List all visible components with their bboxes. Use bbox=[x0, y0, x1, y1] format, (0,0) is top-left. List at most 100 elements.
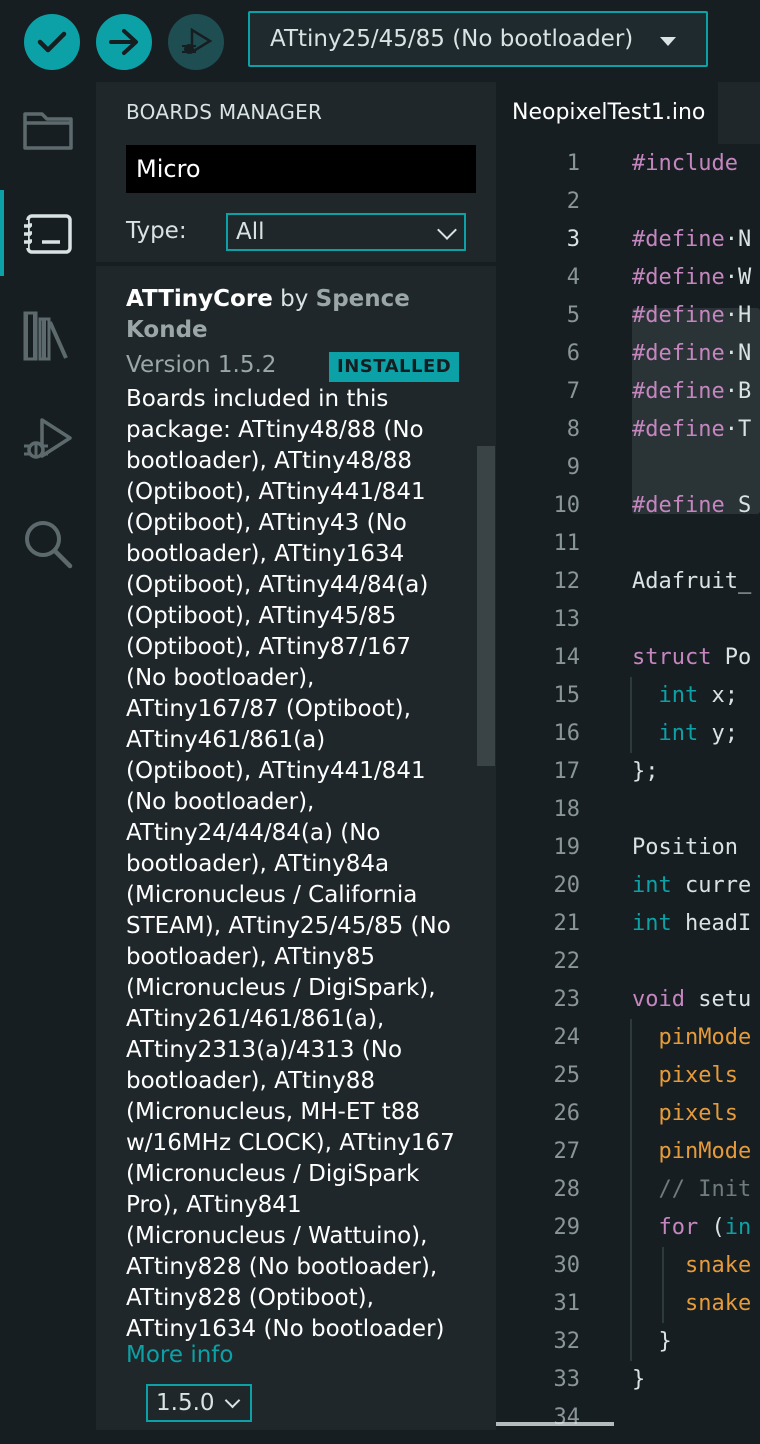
line-number: 17 bbox=[553, 759, 581, 784]
line-number: 10 bbox=[553, 493, 581, 518]
code-line[interactable]: 11 bbox=[496, 525, 760, 563]
debug-button[interactable] bbox=[168, 14, 224, 70]
line-number: 34 bbox=[553, 1405, 581, 1430]
code-line[interactable]: 19 Position bbox=[496, 829, 760, 867]
code-line[interactable]: 2 bbox=[496, 183, 760, 221]
line-number: 21 bbox=[553, 911, 581, 936]
code-text: Adafruit_ bbox=[632, 569, 752, 594]
code-text: } bbox=[632, 1367, 646, 1392]
code-text: struct Po bbox=[632, 645, 752, 670]
package-description: Boards included in this package: ATtiny4… bbox=[126, 386, 455, 1342]
code-line[interactable]: 7 #define·B bbox=[496, 373, 760, 411]
code-line[interactable]: 22 bbox=[496, 943, 760, 981]
toolbar: ATtiny25/45/85 (No bootloader) bbox=[0, 0, 760, 82]
panel-scrollbar[interactable] bbox=[477, 446, 495, 766]
code-line[interactable]: 17}; bbox=[496, 753, 760, 791]
line-number: 11 bbox=[553, 531, 581, 556]
line-number: 4 bbox=[566, 265, 580, 290]
code-line[interactable]: 26 pixels bbox=[496, 1095, 760, 1133]
line-number: 33 bbox=[553, 1367, 581, 1392]
type-filter-value: All bbox=[236, 219, 265, 245]
more-info-link[interactable]: More info bbox=[126, 1342, 233, 1368]
line-number: 1 bbox=[566, 151, 580, 176]
version-select[interactable]: 1.5.0 bbox=[146, 1384, 252, 1422]
code-text: snake bbox=[684, 1253, 752, 1278]
tab-neopixeltest1[interactable]: NeopixelTest1.ino bbox=[496, 82, 718, 144]
code-line[interactable]: 34 bbox=[496, 1399, 760, 1437]
code-line[interactable]: 13 bbox=[496, 601, 760, 639]
code-line[interactable]: 29 for (in bbox=[496, 1209, 760, 1247]
type-filter-select[interactable]: All bbox=[226, 213, 466, 251]
indent-guide bbox=[630, 1019, 632, 1361]
line-number: 29 bbox=[553, 1215, 581, 1240]
verify-button[interactable] bbox=[24, 14, 80, 70]
debug-icon bbox=[24, 418, 72, 459]
line-number: 24 bbox=[553, 1025, 581, 1050]
line-number: 27 bbox=[553, 1139, 581, 1164]
chevron-down-icon bbox=[224, 1392, 241, 1409]
line-number: 22 bbox=[553, 949, 581, 974]
code-text: // Init bbox=[658, 1177, 752, 1202]
code-line[interactable]: 32 } bbox=[496, 1323, 760, 1361]
code-line[interactable]: 23 void setu bbox=[496, 981, 760, 1019]
code-line[interactable]: 8 #define·T bbox=[496, 411, 760, 449]
code-text: int curre bbox=[632, 873, 752, 898]
search-button[interactable] bbox=[20, 516, 76, 572]
line-number: 28 bbox=[553, 1177, 581, 1202]
search-input[interactable] bbox=[126, 145, 476, 193]
package-card: ATTinyCore by Spence Konde Version 1.5.2… bbox=[126, 284, 460, 1345]
code-line[interactable]: 31 snake bbox=[496, 1285, 760, 1323]
version-select-value: 1.5.0 bbox=[156, 1390, 215, 1416]
code-line[interactable]: 28 // Init bbox=[496, 1171, 760, 1209]
code-line[interactable]: 25 pixels bbox=[496, 1057, 760, 1095]
code-line[interactable]: 20 int curre bbox=[496, 867, 760, 905]
code-line[interactable]: 9 bbox=[496, 449, 760, 487]
line-number: 31 bbox=[553, 1291, 581, 1316]
board-selector-label: ATtiny25/45/85 (No bootloader) bbox=[270, 26, 634, 52]
caret-down-icon bbox=[660, 37, 676, 46]
folder-icon bbox=[23, 112, 73, 150]
line-number: 25 bbox=[553, 1063, 581, 1088]
code-line[interactable]: 27 pinMode bbox=[496, 1133, 760, 1171]
line-number: 23 bbox=[553, 987, 581, 1012]
indent-guide bbox=[662, 1247, 664, 1323]
line-number: 19 bbox=[553, 835, 581, 860]
horizontal-scrollbar[interactable] bbox=[496, 1422, 614, 1426]
code-line[interactable]: 33} bbox=[496, 1361, 760, 1399]
code-line[interactable]: 5 #define·H bbox=[496, 297, 760, 335]
upload-button[interactable] bbox=[96, 14, 152, 70]
code-line[interactable]: 3 #define·N bbox=[496, 221, 760, 259]
sketchbook-button[interactable] bbox=[20, 102, 76, 158]
code-line[interactable]: 14 struct Po bbox=[496, 639, 760, 677]
panel-bottom-bar bbox=[96, 1430, 496, 1444]
code-line[interactable]: 18 bbox=[496, 791, 760, 829]
code-text: pixels bbox=[658, 1063, 738, 1088]
arrow-right-icon bbox=[109, 29, 138, 55]
code-line[interactable]: 24 pinMode bbox=[496, 1019, 760, 1057]
code-line[interactable]: 30 snake bbox=[496, 1247, 760, 1285]
board-selector[interactable]: ATtiny25/45/85 (No bootloader) bbox=[248, 11, 708, 67]
code-line[interactable]: 4 #define·W bbox=[496, 259, 760, 297]
code-line[interactable]: 6 #define·N bbox=[496, 335, 760, 373]
code-line[interactable]: 16 int y; bbox=[496, 715, 760, 753]
search-icon bbox=[25, 521, 73, 569]
boards-manager-button[interactable] bbox=[20, 206, 76, 262]
line-number: 3 bbox=[566, 227, 580, 252]
code-text: Position bbox=[632, 835, 738, 860]
line-number: 7 bbox=[566, 379, 580, 404]
code-text: #include bbox=[632, 151, 738, 176]
code-text: #define·N bbox=[632, 227, 752, 252]
code-line[interactable]: 21 int headI bbox=[496, 905, 760, 943]
package-by: by bbox=[280, 286, 309, 312]
code-line[interactable]: 12 Adafruit_ bbox=[496, 563, 760, 601]
line-number: 26 bbox=[553, 1101, 581, 1126]
debugger-button[interactable] bbox=[20, 412, 76, 468]
code-line[interactable]: 15 int x; bbox=[496, 677, 760, 715]
code-area[interactable]: 1 #include 2 3 #define·N 4 #define·W 5 #define·H… bbox=[496, 144, 760, 1444]
code-text: void setu bbox=[632, 987, 752, 1012]
code-line[interactable]: 1 #include bbox=[496, 145, 760, 183]
version-row: Version 1.5.2 INSTALLED bbox=[126, 350, 460, 382]
code-line[interactable]: 10 #define S bbox=[496, 487, 760, 525]
library-manager-button[interactable] bbox=[20, 308, 76, 364]
debug-icon bbox=[182, 27, 213, 55]
